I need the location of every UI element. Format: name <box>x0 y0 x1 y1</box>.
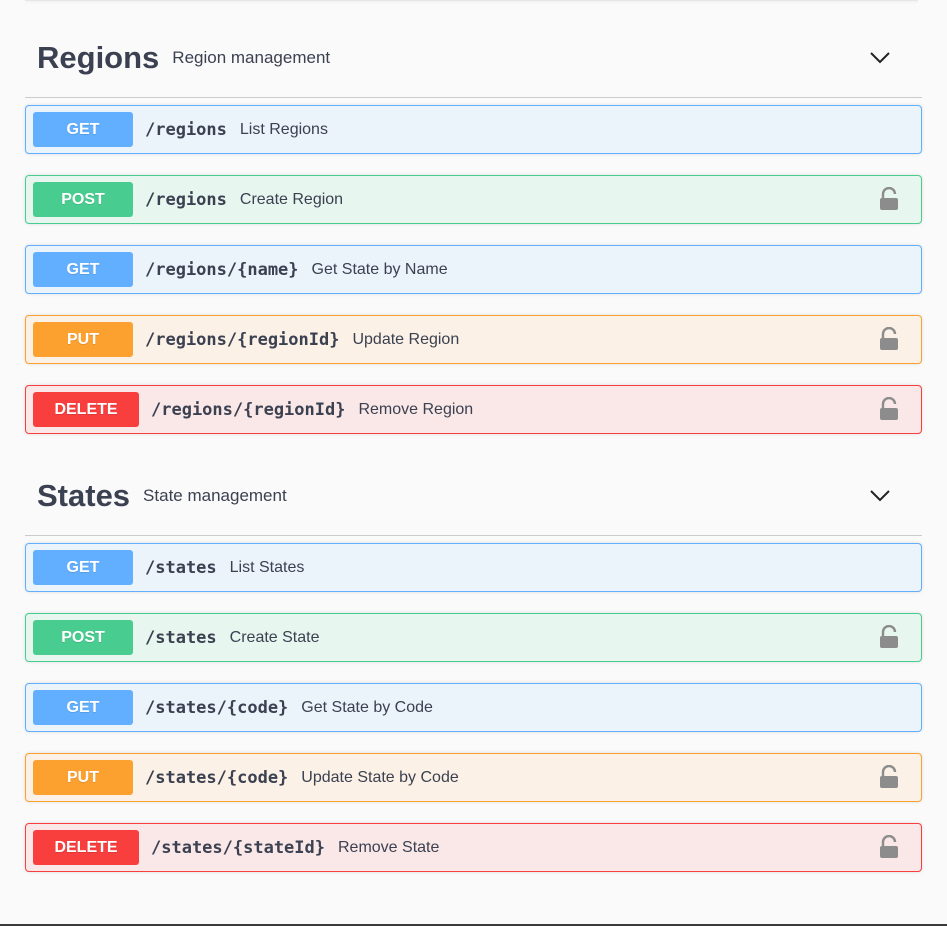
operation-path: /states <box>145 557 217 578</box>
operation-post-regions[interactable]: POST /regions Create Region <box>25 175 922 224</box>
operation-path: /regions <box>145 189 227 210</box>
lock-icon[interactable] <box>879 834 899 859</box>
operation-get-regions[interactable]: GET /regions List Regions <box>25 105 922 154</box>
lock-icon[interactable] <box>879 624 899 649</box>
lock-icon[interactable] <box>879 186 899 211</box>
method-badge: GET <box>33 550 133 585</box>
operation-path: /states/{code} <box>145 697 289 718</box>
operation-delete-state[interactable]: DELETE /states/{stateId} Remove State <box>25 823 922 872</box>
section-description: State management <box>143 485 287 505</box>
operation-get-state-by-code[interactable]: GET /states/{code} Get State by Code <box>25 683 922 732</box>
operation-path: /regions <box>145 119 227 140</box>
method-badge: POST <box>33 182 133 217</box>
operation-summary: Create State <box>229 628 320 646</box>
method-badge: POST <box>33 620 133 655</box>
chevron-down-icon[interactable] <box>870 489 890 502</box>
operation-path: /states <box>145 627 217 648</box>
operation-get-states[interactable]: GET /states List States <box>25 543 922 592</box>
method-badge: GET <box>33 112 133 147</box>
method-badge: GET <box>33 690 133 725</box>
operation-path: /states/{code} <box>145 767 289 788</box>
operation-summary: List Regions <box>239 120 328 138</box>
method-badge: DELETE <box>33 392 139 427</box>
operation-path: /states/{stateId} <box>151 837 325 858</box>
operation-summary: Update State by Code <box>301 768 459 786</box>
operation-summary: Update Region <box>352 330 460 348</box>
operation-summary: List States <box>229 558 305 576</box>
method-badge: PUT <box>33 760 133 795</box>
operation-summary: Get State by Name <box>311 260 448 278</box>
tag-header-states[interactable]: States State management <box>25 456 922 536</box>
operation-summary: Remove Region <box>358 400 474 418</box>
top-divider <box>25 0 918 1</box>
section-description: Region management <box>172 47 331 67</box>
operation-summary: Create Region <box>239 190 344 208</box>
operation-summary: Remove State <box>338 838 440 856</box>
tag-header-regions[interactable]: Regions Region management <box>25 18 922 98</box>
method-badge: PUT <box>33 322 133 357</box>
operation-path: /regions/{regionId} <box>151 399 346 420</box>
section-title: Regions <box>37 39 160 75</box>
operation-delete-region[interactable]: DELETE /regions/{regionId} Remove Region <box>25 385 922 434</box>
operation-path: /regions/{regionId} <box>145 329 340 350</box>
tag-section-states: States State management GET /states List… <box>25 456 922 872</box>
operation-put-region[interactable]: PUT /regions/{regionId} Update Region <box>25 315 922 364</box>
method-badge: GET <box>33 252 133 287</box>
operation-summary: Get State by Code <box>301 698 433 716</box>
tag-section-regions: Regions Region management GET /regions L… <box>25 18 922 434</box>
lock-icon[interactable] <box>879 326 899 351</box>
chevron-down-icon[interactable] <box>870 51 890 64</box>
lock-icon[interactable] <box>879 396 899 421</box>
operation-get-region-by-name[interactable]: GET /regions/{name} Get State by Name <box>25 245 922 294</box>
operation-post-states[interactable]: POST /states Create State <box>25 613 922 662</box>
operation-put-state[interactable]: PUT /states/{code} Update State by Code <box>25 753 922 802</box>
lock-icon[interactable] <box>879 764 899 789</box>
method-badge: DELETE <box>33 830 139 865</box>
section-title: States <box>37 477 131 513</box>
operation-path: /regions/{name} <box>145 259 299 280</box>
